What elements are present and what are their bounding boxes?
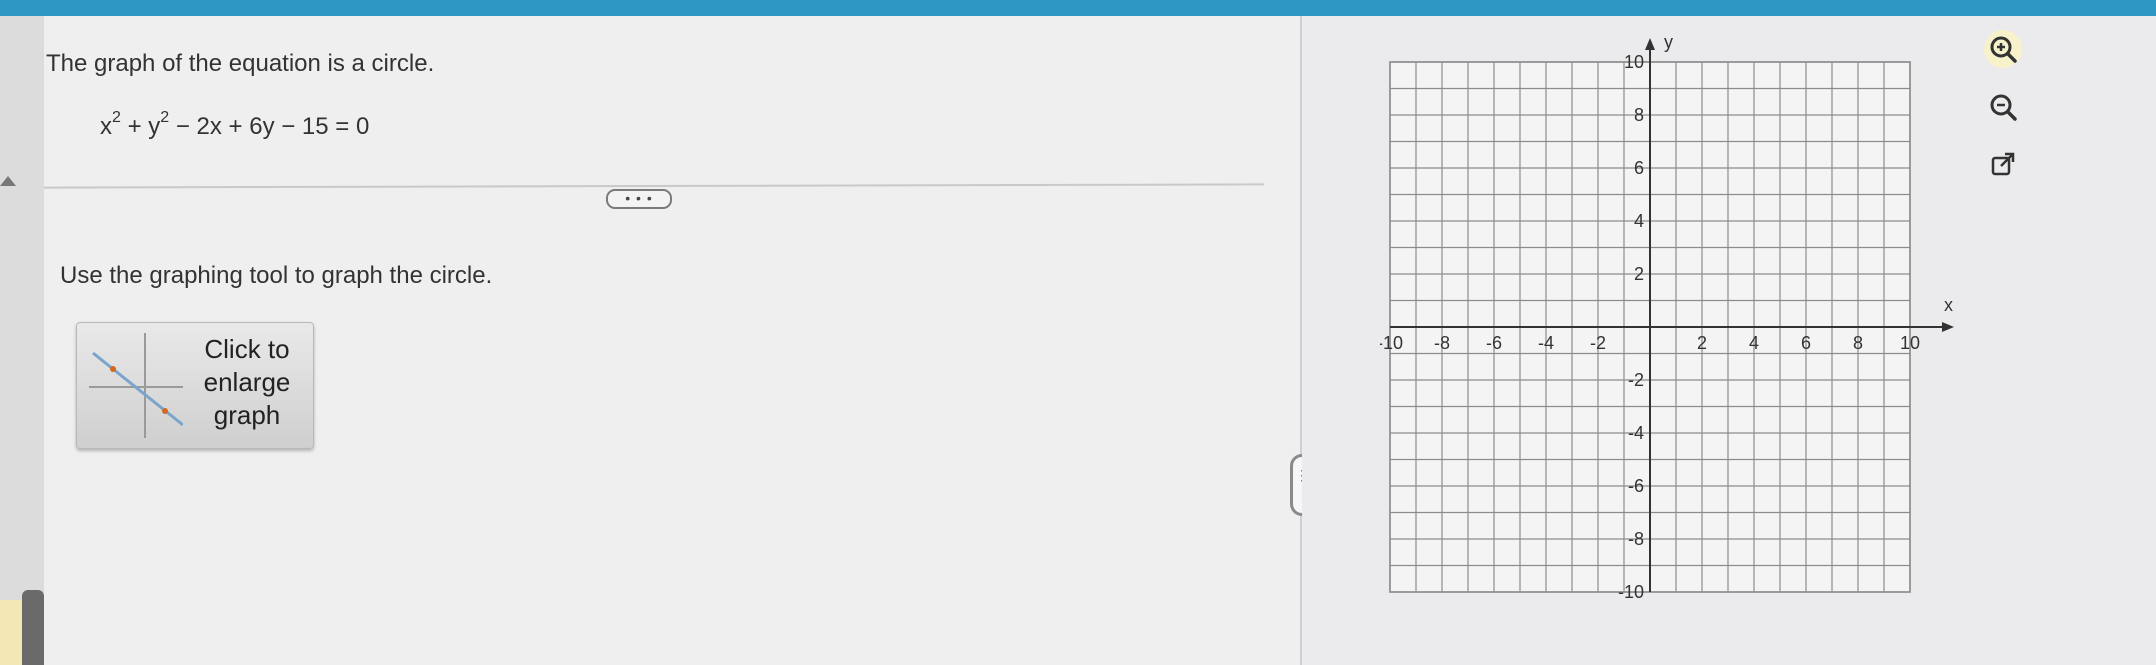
instruction-text: Use the graphing tool to graph the circl… (60, 262, 493, 289)
zoom-out-button[interactable] (1984, 88, 2022, 126)
y-tick-label: -4 (1628, 423, 1644, 443)
circle-equation: x2 + y2 − 2x + 6y − 15 = 0 (100, 109, 370, 140)
y-tick-label: 2 (1634, 264, 1644, 284)
top-accent-bar (0, 0, 2156, 16)
x-tick-label: 4 (1749, 333, 1759, 353)
left-scroll-handle[interactable] (22, 590, 44, 665)
x-tick-label: -2 (1590, 333, 1606, 353)
y-tick-label: -8 (1628, 529, 1644, 549)
x-tick-label: 8 (1853, 333, 1863, 353)
coordinate-graph[interactable]: x y -10 -8 -6 -4 -2 2 4 6 8 10 10 8 6 4 2 -2 -4 -6 -8 -10 (1380, 28, 1980, 628)
y-tick-label: -6 (1628, 476, 1644, 496)
open-external-icon (1991, 152, 2015, 176)
y-tick-label: -10 (1618, 582, 1644, 602)
left-yellow-strip (0, 600, 22, 665)
x-tick-label: 10 (1900, 333, 1920, 353)
x-tick-label: -8 (1434, 333, 1450, 353)
x-tick-label: -4 (1538, 333, 1554, 353)
expand-more-button[interactable]: • • • (606, 189, 672, 209)
open-external-button[interactable] (1984, 146, 2022, 184)
x-tick-label: -10 (1380, 333, 1403, 353)
zoom-out-icon (1990, 94, 2017, 121)
graph-thumbnail-icon (89, 333, 183, 438)
y-tick-label: 10 (1624, 52, 1644, 72)
y-axis-label: y (1664, 32, 1673, 52)
zoom-in-icon (1990, 36, 2017, 63)
x-axis-label: x (1944, 295, 1953, 315)
y-tick-label: 4 (1634, 211, 1644, 231)
graph-toolbar (1984, 30, 2022, 204)
y-tick-label: -2 (1628, 370, 1644, 390)
enlarge-graph-label: Click to enlarge graph (203, 334, 291, 430)
left-edge-panel (0, 16, 44, 665)
x-tick-label: 6 (1801, 333, 1811, 353)
zoom-in-button[interactable] (1984, 30, 2022, 68)
collapse-arrow-icon[interactable] (0, 176, 16, 186)
y-tick-label: 6 (1634, 158, 1644, 178)
x-axis-arrow-icon (1942, 322, 1954, 332)
question-prompt: The graph of the equation is a circle. (46, 50, 435, 77)
enlarge-graph-button[interactable]: Click to enlarge graph (76, 322, 314, 449)
x-tick-label: 2 (1697, 333, 1707, 353)
y-tick-label: 8 (1634, 105, 1644, 125)
x-tick-label: -6 (1486, 333, 1502, 353)
y-axis-arrow-icon (1645, 38, 1655, 50)
